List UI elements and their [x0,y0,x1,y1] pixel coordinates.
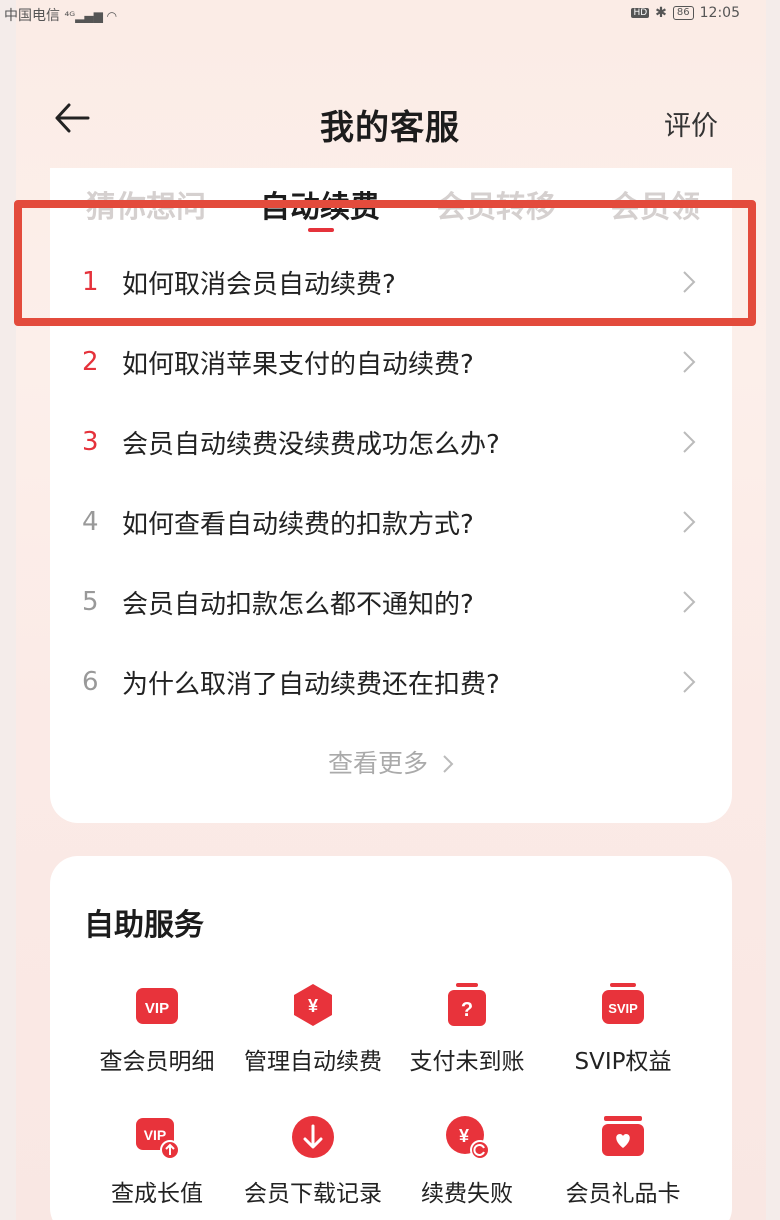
svg-text:¥: ¥ [308,996,318,1016]
question-card-icon: ? [448,983,486,1026]
faq-number: 3 [82,427,99,457]
faq-question: 会员自动扣款怎么都不通知的? [122,589,474,620]
chevron-right-icon [683,591,696,613]
gift-card-icon [602,1116,644,1156]
faq-number: 5 [82,587,99,617]
chevron-right-icon [683,351,696,373]
svg-text:?: ? [461,999,473,1021]
faq-number: 2 [82,347,99,377]
hd-icon: HD [631,8,650,18]
see-more-button[interactable]: 查看更多 [50,744,732,780]
svg-text:¥: ¥ [459,1126,469,1146]
status-bar: 中国电信 ⁴ᴳ▂▄▆ ◠ HD ✱ 86 12:05 [0,0,780,28]
svip-icon: SVIP [602,983,644,1024]
service-renew-failed[interactable]: ¥ 续费失败 [382,1114,552,1208]
service-label: 管理自动续费 [244,1049,382,1075]
vip-growth-icon: VIP [136,1118,180,1160]
highlight-annotation [14,200,756,326]
bluetooth-icon: ✱ [655,5,667,21]
signal-icon: ⁴ᴳ▂▄▆ ◠ [64,9,118,23]
chevron-right-icon [683,671,696,693]
faq-item-6[interactable]: 6 为什么取消了自动续费还在扣费? [50,642,732,722]
service-svip-benefits[interactable]: SVIP SVIP权益 [538,982,708,1076]
page-title: 我的客服 [320,108,460,148]
service-manage-auto-renew[interactable]: ¥ 管理自动续费 [228,982,398,1076]
service-member-details[interactable]: VIP 查会员明细 [72,982,242,1076]
service-label: SVIP权益 [574,1049,672,1075]
service-label: 会员礼品卡 [565,1181,681,1207]
service-label: 会员下载记录 [244,1181,382,1207]
faq-item-4[interactable]: 4 如何查看自动续费的扣款方式? [50,482,732,562]
self-service-card: 自助服务 VIP 查会员明细 ¥ 管理自动续费 ? 支付未到账 SVIP SVI… [50,856,732,1220]
faq-question: 如何查看自动续费的扣款方式? [122,509,474,540]
battery-icon: 86 [672,6,694,20]
service-label: 查成长值 [111,1181,203,1207]
faq-item-3[interactable]: 3 会员自动续费没续费成功怎么办? [50,402,732,482]
yuan-hexagon-icon: ¥ [294,984,332,1026]
service-label: 续费失败 [421,1181,513,1207]
clock: 12:05 [699,5,740,21]
carrier-label: 中国电信 [4,8,60,24]
faq-number: 6 [82,667,99,697]
download-icon [292,1116,334,1158]
service-payment-not-received[interactable]: ? 支付未到账 [382,982,552,1076]
service-label: 查会员明细 [99,1049,215,1075]
faq-item-2[interactable]: 2 如何取消苹果支付的自动续费? [50,322,732,402]
faq-item-5[interactable]: 5 会员自动扣款怎么都不通知的? [50,562,732,642]
faq-question: 会员自动续费没续费成功怎么办? [122,429,500,460]
see-more-label: 查看更多 [328,749,429,778]
chevron-right-icon [443,755,454,773]
self-service-title: 自助服务 [84,908,204,943]
chevron-right-icon [683,511,696,533]
faq-question: 如何取消苹果支付的自动续费? [122,349,474,380]
faq-number: 4 [82,507,99,537]
service-growth-value[interactable]: VIP 查成长值 [72,1114,242,1208]
service-download-records[interactable]: 会员下载记录 [228,1114,398,1208]
faq-question: 为什么取消了自动续费还在扣费? [122,669,500,700]
svg-text:SVIP: SVIP [608,1001,638,1016]
yuan-refresh-icon: ¥ [446,1116,490,1160]
svg-text:VIP: VIP [144,1127,167,1143]
vip-icon: VIP [136,988,178,1024]
svg-text:VIP: VIP [145,1000,169,1017]
service-gift-card[interactable]: 会员礼品卡 [538,1114,708,1208]
rate-button[interactable]: 评价 [664,104,718,143]
service-label: 支付未到账 [409,1049,525,1075]
status-right: HD ✱ 86 12:05 [631,5,740,21]
status-left: 中国电信 ⁴ᴳ▂▄▆ ◠ [4,5,117,25]
chevron-right-icon [683,431,696,453]
